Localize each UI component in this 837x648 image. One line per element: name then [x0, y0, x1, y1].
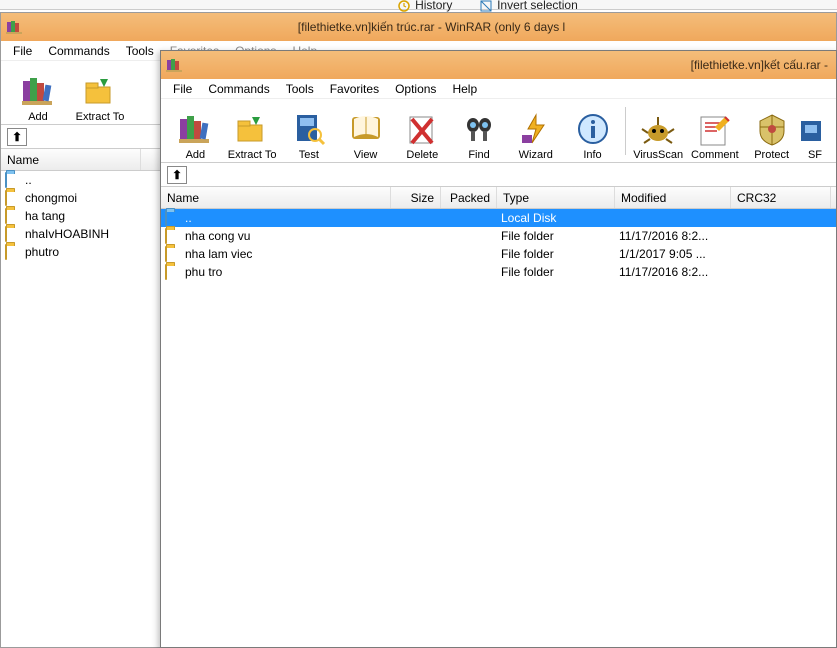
- extract-icon: [82, 73, 118, 109]
- extract-button[interactable]: Extract To: [69, 63, 131, 123]
- file-name: ..: [185, 211, 395, 225]
- folder-icon: [5, 191, 21, 205]
- winrar-window-front: [filethietke.vn]kết cấu.rar - File Comma…: [160, 50, 837, 648]
- col-name[interactable]: Name: [1, 149, 141, 170]
- invert-fragment: Invert selection: [480, 0, 578, 12]
- add-button[interactable]: Add: [7, 63, 69, 123]
- folder-icon: [5, 245, 21, 259]
- file-type: Local Disk: [501, 211, 619, 225]
- app-icon: [165, 56, 183, 74]
- toolbar: Add Extract To Test View Delete Find Wiz…: [161, 99, 836, 163]
- file-modified: 11/17/2016 8:2...: [619, 229, 735, 243]
- file-name: phutro: [25, 245, 59, 259]
- virusscan-button[interactable]: VirusScan: [630, 101, 687, 161]
- file-type: File folder: [501, 265, 619, 279]
- list-item[interactable]: nha lam viec File folder1/1/2017 9:05 ...: [161, 245, 836, 263]
- sfx-button[interactable]: SF: [800, 101, 830, 161]
- books-icon: [20, 73, 56, 109]
- titlebar[interactable]: [filethietke.vn]kiến trúc.rar - WinRAR (…: [1, 13, 836, 41]
- menu-tools[interactable]: Tools: [118, 42, 162, 60]
- info-button[interactable]: Info: [564, 101, 621, 161]
- file-name: nhaIvHOABINH: [25, 227, 109, 241]
- wizard-button[interactable]: Wizard: [507, 101, 564, 161]
- file-name: nha lam viec: [185, 247, 395, 261]
- virus-icon: [640, 111, 676, 147]
- column-headers: Name Size Packed Type Modified CRC32: [161, 187, 836, 209]
- folder-icon: [5, 209, 21, 223]
- find-icon: [461, 111, 497, 147]
- books-icon: [177, 111, 213, 147]
- up-folder-icon: [165, 211, 181, 225]
- file-name: chongmoi: [25, 191, 77, 205]
- col-crc[interactable]: CRC32: [731, 187, 831, 208]
- extract-icon: [234, 111, 270, 147]
- col-packed[interactable]: Packed: [441, 187, 497, 208]
- folder-icon: [165, 265, 181, 279]
- window-title: [filethietke.vn]kết cấu.rar -: [187, 58, 836, 72]
- file-modified: 1/1/2017 9:05 ...: [619, 247, 735, 261]
- extract-button[interactable]: Extract To: [224, 101, 281, 161]
- up-folder-icon: [5, 173, 21, 187]
- col-type[interactable]: Type: [497, 187, 615, 208]
- file-type: File folder: [501, 229, 619, 243]
- info-icon: [575, 111, 611, 147]
- file-name: ..: [25, 173, 32, 187]
- view-button[interactable]: View: [337, 101, 394, 161]
- folder-icon: [5, 227, 21, 241]
- test-button[interactable]: Test: [280, 101, 337, 161]
- col-name[interactable]: Name: [161, 187, 391, 208]
- app-icon: [5, 18, 23, 36]
- history-fragment: History: [398, 0, 452, 12]
- add-button[interactable]: Add: [167, 101, 224, 161]
- titlebar[interactable]: [filethietke.vn]kết cấu.rar -: [161, 51, 836, 79]
- menu-file[interactable]: File: [165, 80, 200, 98]
- find-button[interactable]: Find: [451, 101, 508, 161]
- col-size[interactable]: Size: [391, 187, 441, 208]
- file-list[interactable]: ..Local Disknha cong vuFile folder11/17/…: [161, 209, 836, 281]
- menu-tools[interactable]: Tools: [278, 80, 322, 98]
- menubar: File Commands Tools Favorites Options He…: [161, 79, 836, 99]
- test-icon: [291, 111, 327, 147]
- sfx-icon: [797, 111, 833, 147]
- wizard-icon: [518, 111, 554, 147]
- up-button[interactable]: ⬆: [167, 166, 187, 184]
- folder-icon: [165, 247, 181, 261]
- list-item[interactable]: phu tro File folder11/17/2016 8:2...: [161, 263, 836, 281]
- menu-commands[interactable]: Commands: [40, 42, 117, 60]
- navbar: ⬆: [161, 163, 836, 187]
- view-icon: [348, 111, 384, 147]
- col-modified[interactable]: Modified: [615, 187, 731, 208]
- up-button[interactable]: ⬆: [7, 128, 27, 146]
- comment-icon: [697, 111, 733, 147]
- file-modified: 11/17/2016 8:2...: [619, 265, 735, 279]
- menu-help[interactable]: Help: [444, 80, 485, 98]
- file-type: File folder: [501, 247, 619, 261]
- menu-options[interactable]: Options: [387, 80, 444, 98]
- comment-button[interactable]: Comment: [687, 101, 744, 161]
- protect-button[interactable]: Protect: [743, 101, 800, 161]
- folder-icon: [165, 229, 181, 243]
- window-title: [filethietke.vn]kiến trúc.rar - WinRAR (…: [27, 20, 836, 34]
- menu-file[interactable]: File: [5, 42, 40, 60]
- menu-favorites[interactable]: Favorites: [322, 80, 387, 98]
- file-name: ha tang: [25, 209, 65, 223]
- file-name: phu tro: [185, 265, 395, 279]
- file-name: nha cong vu: [185, 229, 395, 243]
- list-item[interactable]: .. Local Disk: [161, 209, 836, 227]
- list-item[interactable]: nha cong vu File folder11/17/2016 8:2...: [161, 227, 836, 245]
- protect-icon: [754, 111, 790, 147]
- delete-icon: [404, 111, 440, 147]
- menu-commands[interactable]: Commands: [200, 80, 277, 98]
- delete-button[interactable]: Delete: [394, 101, 451, 161]
